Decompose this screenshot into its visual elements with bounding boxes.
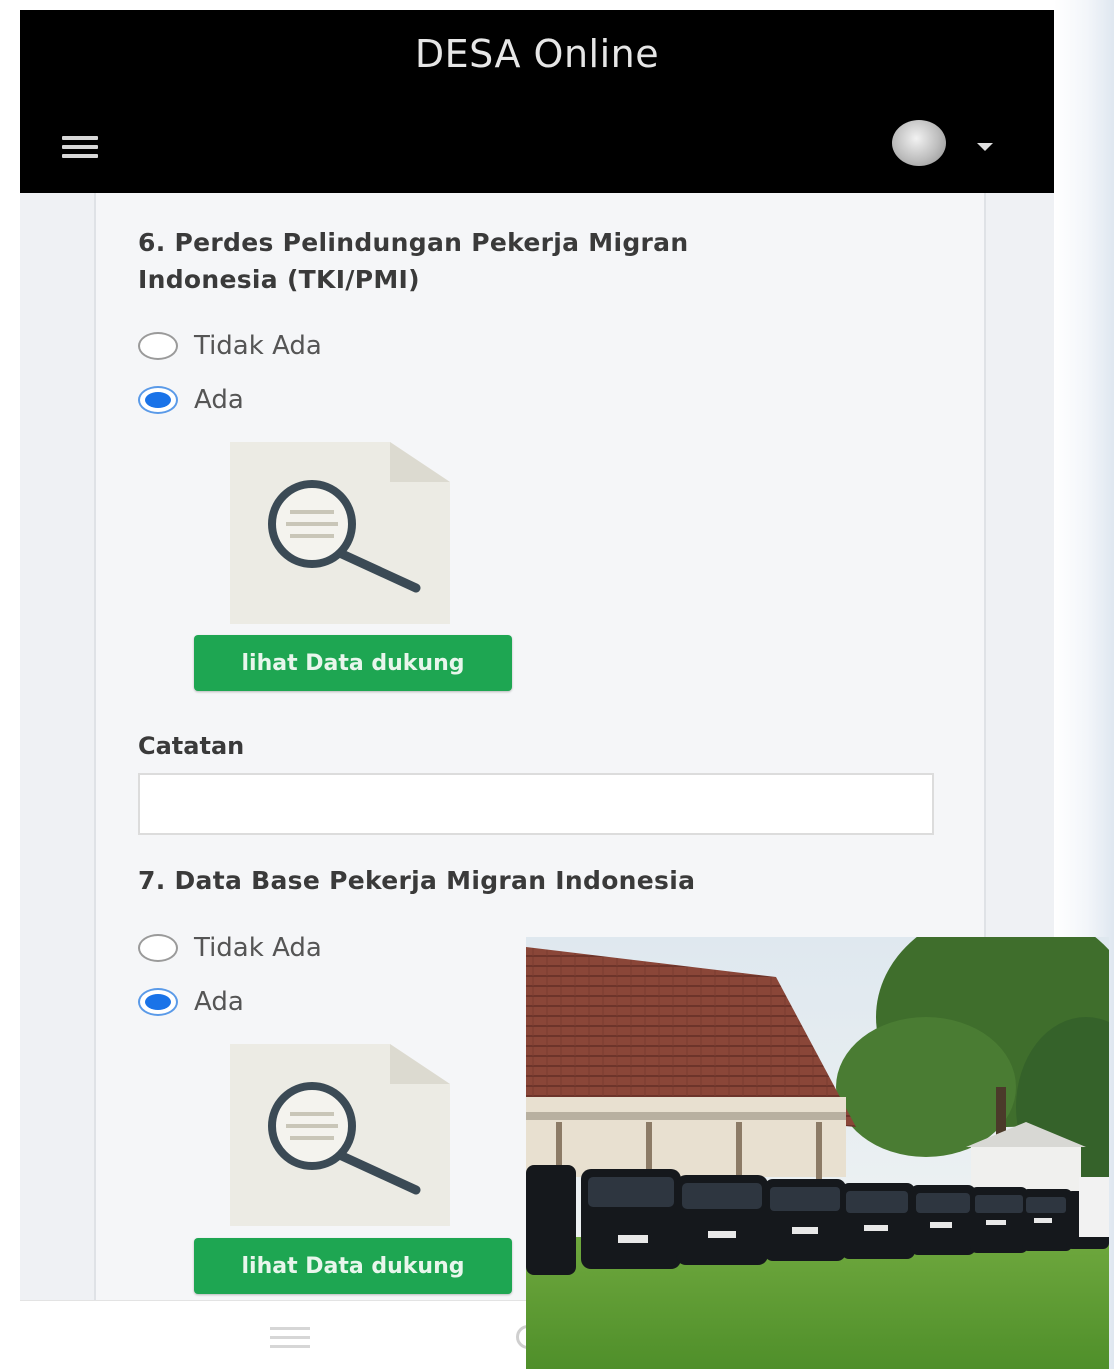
hamburger-menu-icon[interactable] xyxy=(62,136,98,158)
bottom-menu-icon[interactable] xyxy=(270,1327,310,1349)
q6-option-tidak-ada-label: Tidak Ada xyxy=(194,331,322,361)
app-title: DESA Online xyxy=(414,32,660,76)
radio-unchecked[interactable] xyxy=(138,934,178,962)
q7-option-tidak-ada-label: Tidak Ada xyxy=(194,933,322,963)
catatan-label: Catatan xyxy=(138,732,245,760)
document-search-icon[interactable] xyxy=(230,442,450,624)
q6-option-ada[interactable]: Ada xyxy=(138,384,244,416)
q7-option-tidak-ada[interactable]: Tidak Ada xyxy=(138,932,322,964)
q7-option-ada[interactable]: Ada xyxy=(138,986,244,1018)
radio-checked[interactable] xyxy=(138,386,178,414)
view-supporting-data-button[interactable]: lihat Data dukung xyxy=(194,635,512,691)
document-search-icon[interactable] xyxy=(230,1044,450,1226)
q6-option-ada-label: Ada xyxy=(194,385,244,415)
radio-unchecked[interactable] xyxy=(138,332,178,360)
question-7-title: 7. Data Base Pekerja Migran Indonesia xyxy=(138,866,696,895)
q7-option-ada-label: Ada xyxy=(194,987,244,1017)
chevron-down-icon[interactable] xyxy=(977,143,993,151)
user-avatar-icon[interactable] xyxy=(892,120,946,166)
q6-option-tidak-ada[interactable]: Tidak Ada xyxy=(138,330,322,362)
catatan-input[interactable] xyxy=(138,773,934,835)
question-6-title-line1: 6. Perdes Pelindungan Pekerja Migran xyxy=(138,228,689,257)
view-supporting-data-button[interactable]: lihat Data dukung xyxy=(194,1238,512,1294)
app-header: DESA Online xyxy=(20,10,1054,193)
radio-checked[interactable] xyxy=(138,988,178,1016)
question-6-title: 6. Perdes Pelindungan Pekerja Migran Ind… xyxy=(138,224,688,298)
vehicles-photo xyxy=(526,937,1109,1369)
question-6-title-line2: Indonesia (TKI/PMI) xyxy=(138,265,420,294)
